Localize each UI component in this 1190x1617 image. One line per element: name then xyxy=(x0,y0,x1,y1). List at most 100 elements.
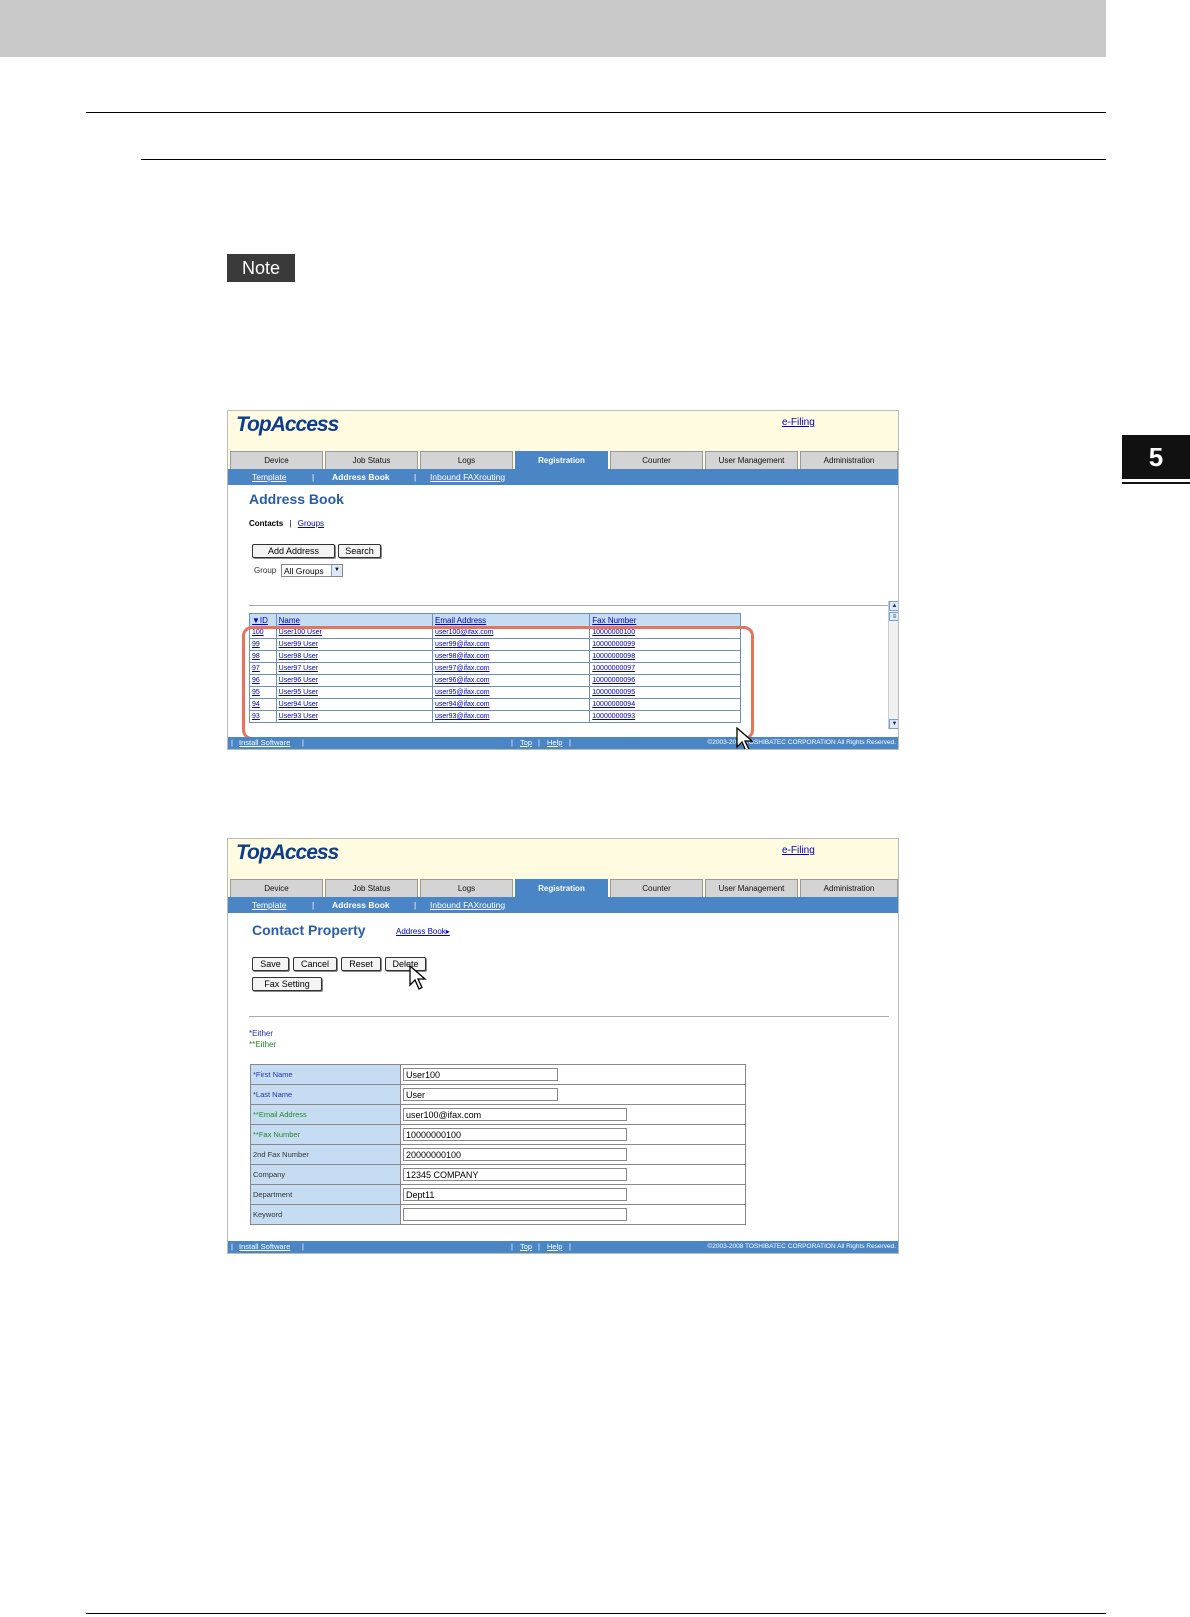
field-label: Department xyxy=(250,1184,401,1205)
tab-job-status[interactable]: Job Status xyxy=(325,451,418,469)
field-label: 2nd Fax Number xyxy=(250,1144,401,1165)
form-row: *First Name User100 xyxy=(250,1064,746,1085)
subnav-template[interactable]: Template xyxy=(252,897,287,913)
form-row: Keyword xyxy=(250,1204,746,1225)
footer-separator: | xyxy=(302,1242,304,1251)
required-legend-alt: **Either xyxy=(249,1040,277,1049)
column-header-fax[interactable]: Fax Number xyxy=(589,613,741,627)
column-header-email[interactable]: Email Address xyxy=(432,613,591,627)
tab-logs[interactable]: Logs xyxy=(420,451,513,469)
field-label: **Fax Number xyxy=(250,1124,401,1145)
cancel-button[interactable]: Cancel xyxy=(293,957,337,971)
second-fax-number-input[interactable]: 20000000100 xyxy=(403,1148,627,1161)
field-label: *First Name xyxy=(250,1064,401,1085)
first-name-input[interactable]: User100 xyxy=(403,1068,558,1081)
tab-device[interactable]: Device xyxy=(230,879,323,897)
scroll-thumb[interactable]: ≡ xyxy=(889,612,898,621)
search-button[interactable]: Search xyxy=(338,544,381,558)
contacts-label: Contacts xyxy=(249,519,284,528)
form-row: Department Dept11 xyxy=(250,1184,746,1205)
email-address-input[interactable]: user100@ifax.com xyxy=(403,1108,627,1121)
keyword-input[interactable] xyxy=(403,1208,627,1221)
help-link[interactable]: Help xyxy=(547,737,562,749)
last-name-input[interactable]: User xyxy=(403,1088,558,1101)
help-link[interactable]: Help xyxy=(547,1241,562,1253)
tab-registration[interactable]: Registration xyxy=(515,451,608,469)
footer-separator: | xyxy=(511,1242,513,1251)
sub-navigation: Template | Address Book | Inbound FAXrou… xyxy=(228,469,898,485)
subnav-inbound-fax-routing[interactable]: Inbound FAXrouting xyxy=(430,897,505,913)
field-label: Keyword xyxy=(250,1204,401,1225)
subsection-rule xyxy=(141,159,1106,160)
page-title: Address Book xyxy=(249,491,344,507)
footer-separator: | xyxy=(511,738,513,747)
tab-logs[interactable]: Logs xyxy=(420,879,513,897)
tab-registration[interactable]: Registration xyxy=(515,879,608,897)
copyright-text: ©2003-2008 TOSHIBATEC CORPORATION All Ri… xyxy=(707,1243,896,1250)
tab-counter[interactable]: Counter xyxy=(610,451,703,469)
footer-separator: | xyxy=(569,738,571,747)
main-tabs: Device Job Status Logs Registration Coun… xyxy=(228,449,898,469)
department-input[interactable]: Dept11 xyxy=(403,1188,627,1201)
form-row: Company 12345 COMPANY xyxy=(250,1164,746,1185)
top-link[interactable]: Top xyxy=(520,1241,532,1253)
top-link[interactable]: Top xyxy=(520,737,532,749)
install-software-link[interactable]: Install Software xyxy=(239,737,290,749)
subnav-separator: | xyxy=(312,900,315,910)
efiling-link[interactable]: e-Filing xyxy=(782,845,815,856)
group-select-value: All Groups xyxy=(284,566,324,576)
tab-device[interactable]: Device xyxy=(230,451,323,469)
footer-separator: | xyxy=(231,738,233,747)
page-title: Contact Property xyxy=(252,922,366,938)
subnav-separator: | xyxy=(414,900,417,910)
app-header: TopAccess e-Filing xyxy=(228,411,898,449)
tab-job-status[interactable]: Job Status xyxy=(325,879,418,897)
company-input[interactable]: 12345 COMPANY xyxy=(403,1168,627,1181)
reset-button[interactable]: Reset xyxy=(341,957,381,971)
subnav-separator: | xyxy=(414,472,417,482)
footer-separator: | xyxy=(231,1242,233,1251)
field-label: *Last Name xyxy=(250,1084,401,1105)
groups-link[interactable]: Groups xyxy=(298,519,324,528)
subnav-template[interactable]: Template xyxy=(252,469,287,485)
field-label: **Email Address xyxy=(250,1104,401,1125)
form-row: **Email Address user100@ifax.com xyxy=(250,1104,746,1125)
address-book-back-link[interactable]: Address Book▸ xyxy=(396,927,450,936)
subnav-address-book[interactable]: Address Book xyxy=(332,469,390,485)
column-header-id[interactable]: ▼ID xyxy=(249,613,277,627)
efiling-link[interactable]: e-Filing xyxy=(782,417,815,428)
app-footer: | Install Software | | Top | Help | ©200… xyxy=(228,1241,898,1253)
mouse-pointer-icon xyxy=(409,965,427,990)
fax-setting-button[interactable]: Fax Setting xyxy=(252,977,322,991)
divider xyxy=(249,1016,889,1017)
field-label: Company xyxy=(250,1164,401,1185)
scroll-down-icon[interactable]: ▼ xyxy=(889,719,898,729)
form-row: 2nd Fax Number 20000000100 xyxy=(250,1144,746,1165)
chevron-down-icon[interactable]: ▼ xyxy=(331,565,342,576)
scroll-up-icon[interactable]: ▲ xyxy=(889,601,898,611)
tab-administration[interactable]: Administration xyxy=(800,451,898,469)
subnav-inbound-fax-routing[interactable]: Inbound FAXrouting xyxy=(430,469,505,485)
app-footer: | Install Software | | Top | Help | ©200… xyxy=(228,737,898,749)
add-address-button[interactable]: Add Address xyxy=(252,544,335,558)
save-button[interactable]: Save xyxy=(252,957,289,971)
subnav-address-book[interactable]: Address Book xyxy=(332,897,390,913)
group-select[interactable]: All Groups ▼ xyxy=(281,564,343,577)
tab-user-management[interactable]: User Management xyxy=(705,451,798,469)
install-software-link[interactable]: Install Software xyxy=(239,1241,290,1253)
main-tabs: Device Job Status Logs Registration Coun… xyxy=(228,877,898,897)
group-label: Group xyxy=(254,566,277,575)
fax-number-input[interactable]: 10000000100 xyxy=(403,1128,627,1141)
table-scrollbar[interactable]: ▲ ≡ ▼ xyxy=(888,601,898,729)
tab-user-management[interactable]: User Management xyxy=(705,879,798,897)
form-row: **Fax Number 10000000100 xyxy=(250,1124,746,1145)
tab-administration[interactable]: Administration xyxy=(800,879,898,897)
topaccess-logo: TopAccess xyxy=(236,841,339,864)
tab-counter[interactable]: Counter xyxy=(610,879,703,897)
section-rule xyxy=(86,112,1106,113)
form-row: *Last Name User xyxy=(250,1084,746,1105)
top-banner xyxy=(0,0,1106,57)
mouse-pointer-icon xyxy=(736,727,754,749)
topaccess-logo: TopAccess xyxy=(236,413,339,436)
column-header-name[interactable]: Name xyxy=(275,613,434,627)
